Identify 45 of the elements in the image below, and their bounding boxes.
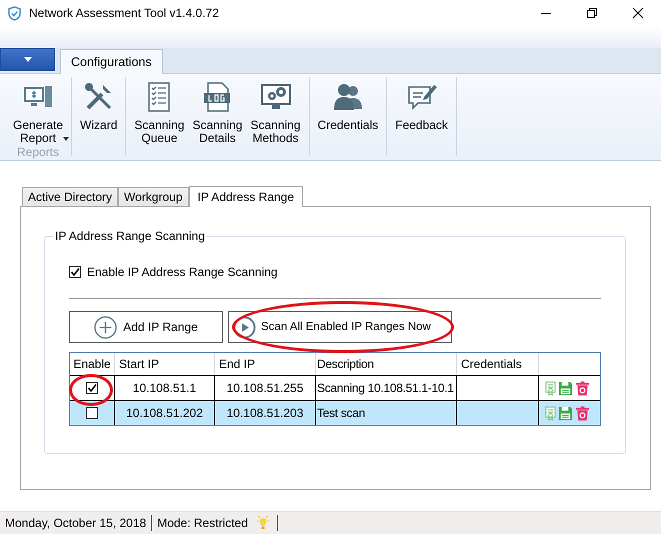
column-header: Credentials — [457, 353, 539, 375]
annotation-ellipse — [69, 374, 113, 406]
tab[interactable]: Active Directory — [22, 187, 118, 206]
delete-icon[interactable] — [575, 380, 590, 396]
ribbon-button[interactable]: Credentials — [314, 81, 382, 132]
save-icon[interactable] — [558, 380, 573, 396]
group-label: Reports — [17, 145, 60, 161]
window-title: Network Assessment Tool v1.4.0.72 — [29, 6, 219, 20]
save-icon[interactable] — [558, 406, 573, 420]
ribbon-button[interactable]: Scanning Details — [189, 81, 246, 145]
table-cell: 10.108.51.202 — [115, 401, 215, 425]
checkbox-label: Enable IP Address Range Scanning — [87, 265, 278, 279]
close-icon[interactable] — [632, 7, 644, 19]
ribbon-button[interactable]: Scanning Queue — [131, 81, 188, 145]
add-range-button[interactable]: Add IP Range — [69, 311, 223, 343]
lightbulb-icon — [256, 516, 269, 530]
column-header: Enable — [70, 353, 115, 375]
table-cell: Test scan — [316, 401, 457, 425]
scan-button[interactable]: Scan All Enabled IP Ranges Now — [228, 311, 452, 343]
certificate-icon[interactable] — [545, 406, 556, 420]
ribbon-tab[interactable]: Configurations — [60, 49, 163, 74]
table-cell: 10.108.51.203 — [215, 401, 316, 425]
ribbon-button[interactable]: Scanning Methods — [247, 81, 304, 145]
shield-icon — [8, 6, 21, 20]
column-header: End IP — [215, 353, 316, 375]
status-mode: Mode: Restricted — [156, 516, 249, 530]
group-title: IP Address Range Scanning — [54, 229, 206, 243]
column-header: Description — [316, 353, 457, 375]
delete-icon[interactable] — [575, 406, 590, 420]
restore-icon[interactable] — [586, 7, 598, 19]
checkbox[interactable] — [86, 382, 98, 394]
column-header: Start IP — [115, 353, 215, 375]
ribbon-button[interactable]: Generate Report — [10, 81, 66, 145]
ribbon-button[interactable]: Feedback — [392, 81, 451, 132]
checkbox[interactable] — [69, 266, 81, 278]
tab[interactable]: Workgroup — [118, 187, 189, 206]
users-icon — [332, 81, 364, 113]
ribbon-button[interactable]: Wizard — [77, 81, 120, 132]
caret-icon — [24, 57, 32, 62]
status-date: Monday, October 15, 2018 — [4, 516, 148, 530]
certificate-icon[interactable] — [545, 380, 556, 396]
table-row[interactable]: 10.108.51.202 10.108.51.203 Test scan — [70, 400, 600, 425]
tab[interactable]: IP Address Range — [188, 186, 304, 207]
plus-icon — [94, 316, 118, 338]
checkbox[interactable] — [86, 407, 98, 419]
